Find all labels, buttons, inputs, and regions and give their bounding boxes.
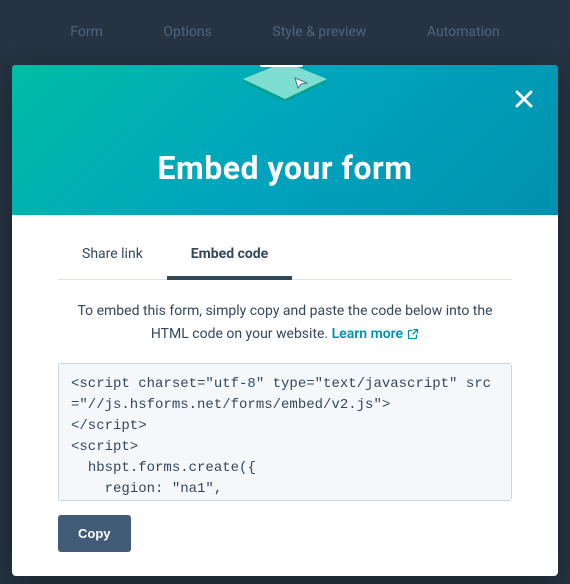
tab-bar: Share link Embed code [58,233,512,280]
external-link-icon [407,328,419,340]
bg-tab: Form [70,24,103,40]
bg-tab: Style & preview [272,24,366,40]
tab-embed-code[interactable]: Embed code [167,234,292,280]
modal-body: Share link Embed code To embed this form… [12,215,558,576]
close-button[interactable] [510,85,538,113]
embed-modal: Embed your form Share link Embed code To… [12,65,558,576]
bg-tab: Options [163,24,211,40]
modal-header: Embed your form [12,65,558,215]
bg-tab: Automation [427,24,500,40]
embed-description: To embed this form, simply copy and past… [58,300,512,345]
tab-share-link[interactable]: Share link [58,234,167,280]
learn-more-link[interactable]: Learn more [332,323,419,345]
close-icon [510,85,538,113]
background-nav: Form Options Style & preview Automation [0,24,570,40]
embed-code-textarea[interactable]: <script charset="utf-8" type="text/javas… [58,363,512,501]
modal-title: Embed your form [158,149,413,187]
form-illustration-icon [235,65,335,110]
copy-button[interactable]: Copy [58,515,131,552]
desc-text: To embed this form, simply copy and past… [77,303,492,341]
